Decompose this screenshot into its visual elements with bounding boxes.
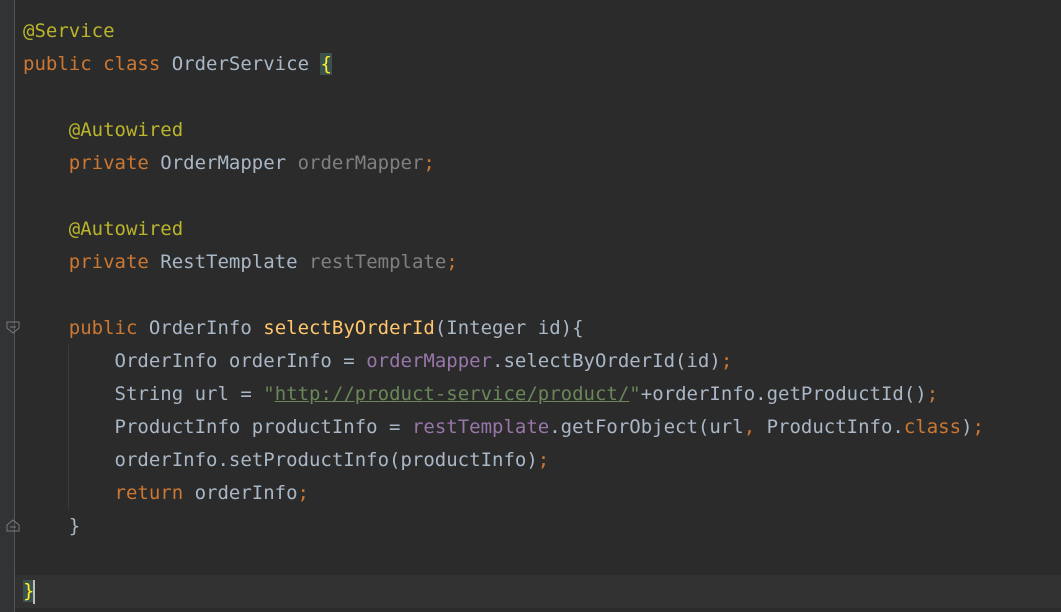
string-quote-close: " [629, 383, 641, 405]
code-line-13[interactable]: ProductInfo productInfo = restTemplate.g… [23, 411, 984, 444]
semicolon: ; [423, 152, 435, 174]
code-line-10[interactable]: public OrderInfo selectByOrderId(Integer… [23, 312, 584, 345]
concat-expression: +orderInfo.getProductId() [640, 383, 927, 405]
code-line-16[interactable]: } [23, 510, 80, 543]
code-line-7[interactable]: @Autowired [23, 213, 183, 246]
annotation-autowired: @Autowired [68, 218, 184, 240]
code-line-8[interactable]: private RestTemplate restTemplate; [23, 246, 458, 279]
fold-end-icon[interactable] [6, 518, 20, 532]
method-call: orderInfo.setProductInfo(productInfo) [114, 449, 538, 471]
current-line-highlight [15, 575, 1061, 608]
fold-icon[interactable] [6, 321, 20, 335]
code-line-2[interactable]: public class OrderService { [23, 48, 332, 81]
code-line-5[interactable]: private OrderMapper orderMapper; [23, 147, 435, 180]
url-link[interactable]: http://product-service/product/ [275, 383, 630, 405]
annotation-service: @Service [23, 20, 115, 42]
annotation-autowired: @Autowired [68, 119, 184, 141]
statement-start: String url = [114, 383, 264, 405]
code-editor[interactable]: @Service public class OrderService { @Au… [0, 0, 1061, 612]
method-call: .getForObject(url [549, 416, 744, 438]
semicolon: ; [446, 251, 458, 273]
semicolon: ; [537, 449, 550, 471]
field-order-mapper: orderMapper [297, 152, 424, 174]
field-rest-template: restTemplate [309, 251, 447, 273]
keyword-class: class [903, 416, 962, 438]
open-brace-highlighted: { [320, 53, 332, 75]
class-ref: ProductInfo. [755, 416, 904, 438]
text-caret [33, 579, 36, 604]
code-line-18[interactable]: } [23, 575, 36, 608]
keyword-class: class [103, 53, 161, 75]
type-name: RestTemplate [148, 251, 309, 273]
class-name: OrderService [160, 53, 321, 75]
code-line-1[interactable]: @Service [23, 15, 115, 48]
code-line-15[interactable]: return orderInfo; [23, 477, 309, 510]
return-type: OrderInfo [137, 317, 264, 339]
statement-start: ProductInfo productInfo = [114, 416, 412, 438]
field-ref-rest-template: restTemplate [411, 416, 550, 438]
method-params: (Integer id){ [434, 317, 584, 339]
method-call: .selectByOrderId(id) [492, 350, 721, 372]
keyword-public: public [23, 53, 92, 75]
field-ref-order-mapper: orderMapper [366, 350, 493, 372]
semicolon: ; [926, 383, 939, 405]
close-paren: ) [961, 416, 973, 438]
statement-start: OrderInfo orderInfo = [114, 350, 367, 372]
type-name: OrderMapper [148, 152, 298, 174]
comma: , [743, 416, 756, 438]
semicolon: ; [972, 416, 984, 438]
semicolon: ; [720, 350, 733, 372]
keyword-private: private [68, 152, 149, 174]
code-line-14[interactable]: orderInfo.setProductInfo(productInfo); [23, 444, 550, 477]
code-line-4[interactable]: @Autowired [23, 114, 183, 147]
keyword-private: private [68, 251, 149, 273]
method-name: selectByOrderId [263, 317, 435, 339]
keyword-public: public [68, 317, 138, 339]
method-close-brace: } [68, 515, 81, 537]
semicolon: ; [297, 482, 309, 504]
code-line-11[interactable]: OrderInfo orderInfo = orderMapper.select… [23, 345, 733, 378]
string-quote-open: " [263, 383, 275, 405]
return-value: orderInfo [183, 482, 298, 504]
code-line-12[interactable]: String url = "http://product-service/pro… [23, 378, 939, 411]
keyword-return: return [114, 482, 184, 504]
